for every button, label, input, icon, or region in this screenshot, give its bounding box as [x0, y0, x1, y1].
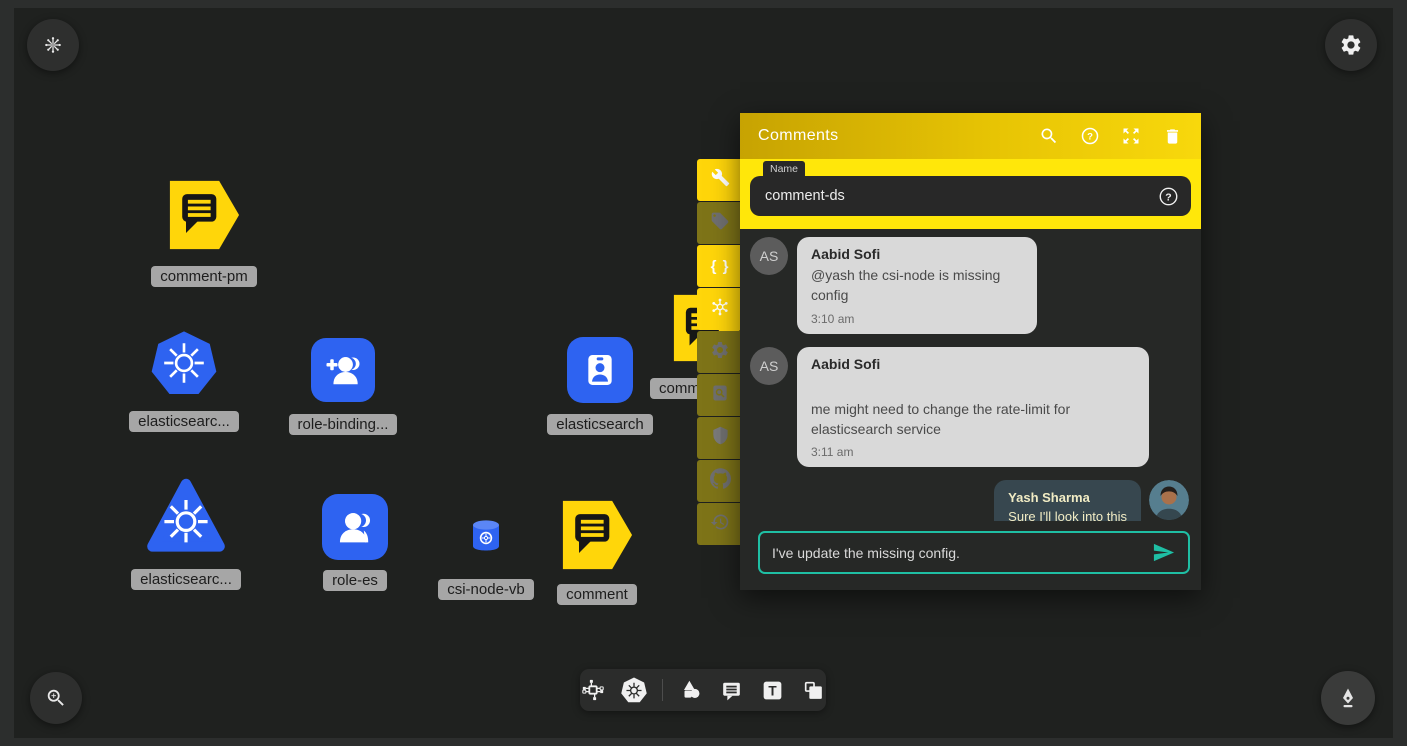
kubernetes-hub-tool-button[interactable]	[697, 288, 743, 330]
gear-icon	[1339, 33, 1363, 57]
comment-input[interactable]	[772, 545, 1150, 561]
zoom-in-icon	[45, 687, 67, 709]
message-bubble: Aabid Sofi @yash the csi-node is missing…	[797, 237, 1037, 334]
search-icon[interactable]	[1038, 125, 1060, 147]
node-label: comment	[557, 584, 637, 605]
expand-icon[interactable]	[1120, 125, 1142, 147]
name-input[interactable]	[765, 188, 1158, 204]
comment-shape-icon	[168, 178, 240, 257]
role-binding-icon	[311, 338, 375, 402]
avatar: AS	[750, 347, 788, 385]
node-role-es[interactable]: role-es	[305, 494, 405, 591]
shield-tool-button[interactable]	[697, 417, 743, 459]
node-comment[interactable]: comment	[545, 498, 649, 605]
history-icon	[710, 512, 730, 537]
node-label: comment-pm	[151, 266, 257, 287]
svg-text:?: ?	[1165, 191, 1171, 203]
braces-tool-button[interactable]: { }	[697, 245, 743, 287]
message-author: Yash Sharma	[1008, 490, 1127, 505]
pen-nib-icon	[1336, 686, 1360, 710]
message-text: Sure I'll look into this	[1008, 508, 1127, 521]
field-help-icon[interactable]: ?	[1158, 186, 1179, 207]
panel-title: Comments	[758, 127, 1038, 145]
comment-tool-icon[interactable]	[719, 677, 745, 703]
zoom-button[interactable]	[30, 672, 82, 724]
name-field-section: Name ?	[740, 159, 1201, 229]
gear-icon	[710, 340, 730, 365]
storage-cylinder-icon	[469, 518, 503, 558]
node-action-toolbar: { }	[697, 159, 743, 545]
node-label: role-binding...	[289, 414, 398, 435]
node-role-binding[interactable]: role-binding...	[286, 338, 400, 435]
document-search-icon	[710, 383, 730, 408]
text-tool-glyph: T	[768, 683, 777, 698]
message-text: @yash the csi-node is missing config	[811, 265, 1023, 306]
svg-text:?: ?	[1087, 132, 1093, 143]
tag-tool-button[interactable]	[697, 202, 743, 244]
shield-icon	[711, 426, 730, 450]
settings-tool-button[interactable]	[697, 331, 743, 373]
avatar-photo	[1149, 480, 1189, 520]
message-time: 3:10 am	[811, 312, 1023, 326]
node-label: elasticsearc...	[131, 569, 241, 590]
help-icon[interactable]: ?	[1079, 125, 1101, 147]
node-label: csi-node-vb	[438, 579, 534, 600]
kubernetes-heptagon-icon	[151, 330, 217, 401]
role-icon	[322, 494, 388, 560]
message-row: AS Aabid Sofi @yash the csi-node is miss…	[750, 237, 1189, 334]
service-account-badge-icon	[567, 337, 633, 403]
github-tool-button[interactable]	[697, 460, 743, 502]
doc-search-tool-button[interactable]	[697, 374, 743, 416]
node-label: elasticsearch	[547, 414, 653, 435]
shapes-tool-icon[interactable]	[678, 677, 704, 703]
tag-icon	[710, 211, 730, 236]
settings-button[interactable]	[1325, 19, 1377, 71]
kubernetes-tool-icon[interactable]	[621, 677, 647, 703]
wrench-icon	[711, 168, 730, 192]
dock-divider	[662, 679, 663, 701]
avatar: AS	[750, 237, 788, 275]
braces-icon: { }	[711, 258, 730, 275]
comment-composer[interactable]	[758, 531, 1190, 574]
name-field-label: Name	[763, 161, 805, 178]
message-time: 3:11 am	[811, 445, 1135, 459]
spacer	[811, 375, 1135, 399]
name-field[interactable]: Name ?	[750, 176, 1191, 216]
send-icon[interactable]	[1150, 540, 1176, 566]
message-row: AS Aabid Sofi me might need to change th…	[750, 347, 1189, 468]
message-row: Yash Sharma Sure I'll look into this 3:2…	[750, 480, 1189, 521]
comments-panel-header[interactable]: Comments ?	[740, 113, 1201, 159]
node-label: elasticsearc...	[129, 411, 239, 432]
message-bubble: Aabid Sofi me might need to change the r…	[797, 347, 1149, 468]
note-tool-icon[interactable]	[800, 677, 826, 703]
message-author: Aabid Sofi	[811, 246, 1023, 262]
trash-icon[interactable]	[1161, 125, 1183, 147]
pen-tool-button[interactable]	[1321, 671, 1375, 725]
github-icon	[710, 468, 731, 494]
kubernetes-hub-icon	[709, 296, 731, 323]
node-elasticsearch[interactable]: elasticsearch	[548, 337, 652, 435]
node-label: role-es	[323, 570, 387, 591]
node-csi-node-vb[interactable]: csi-node-vb	[433, 518, 539, 600]
history-tool-button[interactable]	[697, 503, 743, 545]
kanvas-snowflake-icon	[43, 35, 63, 55]
app-window: comment-pm elasticsearc...	[0, 0, 1407, 746]
message-bubble: Yash Sharma Sure I'll look into this 3:2…	[994, 480, 1141, 521]
node-elasticsearch-k8s-2[interactable]: elasticsearc...	[132, 476, 240, 590]
node-elasticsearch-k8s-1[interactable]: elasticsearc...	[128, 330, 240, 432]
comments-panel: Comments ? Name	[740, 113, 1201, 590]
text-tool-icon[interactable]: T	[760, 677, 786, 703]
app-logo-button[interactable]	[27, 19, 79, 71]
comment-shape-icon	[561, 498, 633, 577]
wrench-tool-button[interactable]	[697, 159, 743, 201]
graph-tool-icon[interactable]	[580, 677, 606, 703]
kubernetes-triangle-icon	[146, 476, 226, 561]
comment-thread[interactable]: AS Aabid Sofi @yash the csi-node is miss…	[740, 229, 1201, 521]
shape-dock: T	[580, 669, 826, 711]
message-text: me might need to change the rate-limit f…	[811, 399, 1135, 440]
node-comment-pm[interactable]: comment-pm	[147, 178, 261, 287]
message-author: Aabid Sofi	[811, 356, 1135, 372]
